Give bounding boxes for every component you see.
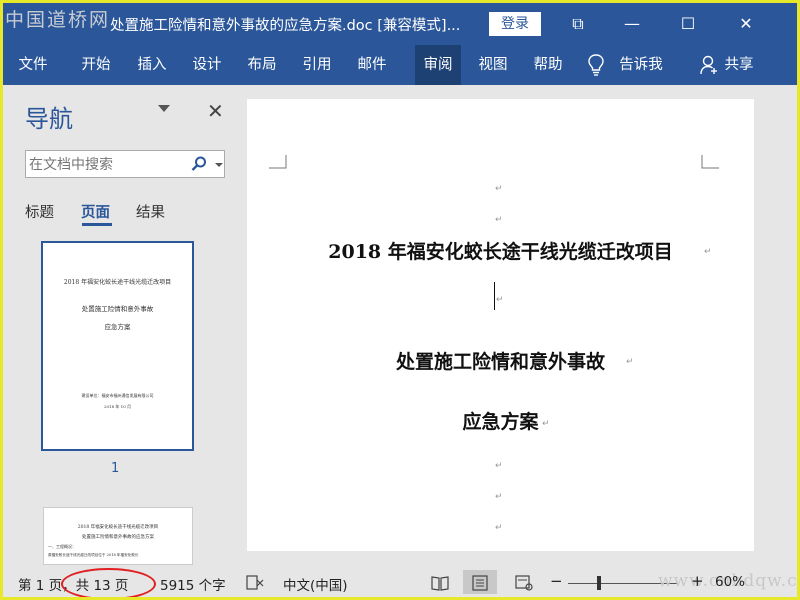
thumb-line: 2018 年 10 月 (103, 404, 132, 409)
watermark-logo: 中国道桥网 (5, 9, 111, 31)
navigation-pane: 导航 ✕ 标题 页面 结果 2018 年福安化蛟长途干线光缆迁改项目 处置施工险… (3, 85, 243, 565)
tab-view[interactable]: 视图 (476, 45, 510, 85)
tab-home[interactable]: 开始 (79, 45, 113, 85)
status-bar: 第 1 页，共 13 页 5915 个字 中文(中国) − www.cnbdqw… (3, 568, 797, 597)
crop-mark-right (701, 155, 719, 169)
nav-tab-results[interactable]: 结果 (136, 201, 165, 222)
page-thumbnail-1[interactable]: 2018 年福安化蛟长途干线光缆迁改项目 处置施工险情和意外事故 应急方案 建设… (41, 241, 194, 451)
thumb-line: 2018 年福安化蛟长途干线光缆迁改项目 (77, 525, 159, 530)
nav-pane-title: 导航 (25, 105, 73, 133)
thumb-line: 原福安蛟长途干线光缆迁改项目位于 2018 年福安化蛟长 (48, 553, 139, 557)
paragraph-mark: ↵ (495, 184, 503, 194)
read-mode-icon[interactable] (431, 575, 449, 591)
tell-me-search[interactable]: 告诉我 (616, 45, 666, 85)
lightbulb-icon (588, 54, 604, 76)
login-button[interactable]: 登录 (489, 12, 541, 36)
nav-tab-headings[interactable]: 标题 (25, 201, 54, 222)
text-cursor (494, 282, 495, 310)
tab-mailings[interactable]: 邮件 (355, 45, 389, 85)
thumb-line: 建设单位：福安市福州通信发展有限公司 (81, 393, 154, 398)
maximize-button[interactable]: ☐ (673, 11, 703, 37)
paragraph-mark: ↵ (495, 461, 503, 471)
page-thumbnail-2[interactable]: 2018 年福安化蛟长途干线光缆迁改项目 处置施工险情和意外事故的应急方案 一、… (43, 507, 193, 565)
tab-insert[interactable]: 插入 (135, 45, 169, 85)
web-layout-icon[interactable] (515, 575, 533, 591)
paragraph-mark: ↵ (542, 419, 550, 429)
person-icon (700, 55, 717, 75)
tab-design[interactable]: 设计 (190, 45, 224, 85)
close-icon[interactable]: ✕ (207, 99, 224, 123)
active-tab-indicator (82, 223, 112, 226)
search-options-caret-icon[interactable] (215, 163, 223, 167)
paragraph-mark: ↵ (496, 295, 504, 305)
tab-help[interactable]: 帮助 (531, 45, 565, 85)
crop-mark-left (269, 155, 287, 169)
tab-file[interactable]: 文件 (17, 45, 49, 85)
nav-search-box[interactable] (25, 150, 225, 178)
search-icon[interactable] (190, 155, 208, 173)
doc-heading-plan: 应急方案 (462, 411, 539, 433)
doc-heading-title: 处置施工险情和意外事故 (395, 351, 605, 373)
paragraph-mark: ↵ (495, 523, 503, 533)
page-thumbnail-number: 1 (111, 461, 120, 476)
paragraph-mark: ↵ (495, 492, 503, 502)
thumb-line: 2018 年福安化蛟长途干线光缆迁改项目 (63, 279, 172, 286)
thumb-line: 处置施工险情和意外事故的应急方案 (82, 535, 154, 540)
document-page[interactable]: ↵ ↵ 2018 年福安化蛟长途干线光缆迁改项目 ↵ ↵ 处置施工险情和意外事故… (247, 99, 754, 551)
close-button[interactable]: ✕ (731, 11, 761, 37)
proofing-icon[interactable] (246, 575, 264, 591)
app-window: 中国道桥网 处置施工险情和意外事故的应急方案.doc [兼容模式]... 登录 … (3, 3, 797, 597)
language-status[interactable]: 中文(中国) (283, 574, 348, 594)
nav-tab-pages[interactable]: 页面 (81, 201, 110, 222)
tab-references[interactable]: 引用 (300, 45, 334, 85)
ribbon-display-options-icon[interactable]: ⧉ (563, 11, 593, 37)
title-bar: 中国道桥网 处置施工险情和意外事故的应急方案.doc [兼容模式]... 登录 … (3, 3, 797, 45)
ribbon-tabs: 文件 开始 插入 设计 布局 引用 邮件 审阅 视图 帮助 告诉我 共享 (3, 45, 797, 85)
tab-review[interactable]: 审阅 (415, 45, 461, 85)
paragraph-mark: ↵ (704, 247, 712, 257)
search-input[interactable] (29, 155, 179, 175)
annotation-highlight-ring (61, 568, 156, 597)
thumb-line: 处置施工险情和意外事故 (81, 305, 154, 313)
zoom-out-button[interactable]: − (550, 572, 563, 590)
thumb-line: 一、工程概况： (48, 544, 76, 549)
zoom-in-button[interactable]: + (691, 572, 704, 590)
word-count-status[interactable]: 5915 个字 (160, 574, 226, 594)
print-layout-icon[interactable] (471, 575, 489, 591)
doc-heading-project: 2018 年福安化蛟长途干线光缆迁改项目 (328, 241, 673, 263)
paragraph-mark: ↵ (495, 215, 503, 225)
minimize-button[interactable]: — (617, 11, 647, 37)
zoom-slider-thumb[interactable] (597, 576, 601, 590)
vertical-scrollbar[interactable] (762, 99, 772, 551)
zoom-level[interactable]: 60% (715, 574, 745, 590)
paragraph-mark: ↵ (626, 357, 634, 367)
share-button[interactable]: 共享 (722, 45, 756, 85)
tab-layout[interactable]: 布局 (245, 45, 279, 85)
chevron-down-icon[interactable] (158, 105, 170, 112)
window-title: 处置施工险情和意外事故的应急方案.doc [兼容模式]... (110, 18, 461, 34)
document-area: ↵ ↵ 2018 年福安化蛟长途干线光缆迁改项目 ↵ ↵ 处置施工险情和意外事故… (243, 85, 797, 565)
thumb-line: 应急方案 (104, 323, 131, 331)
